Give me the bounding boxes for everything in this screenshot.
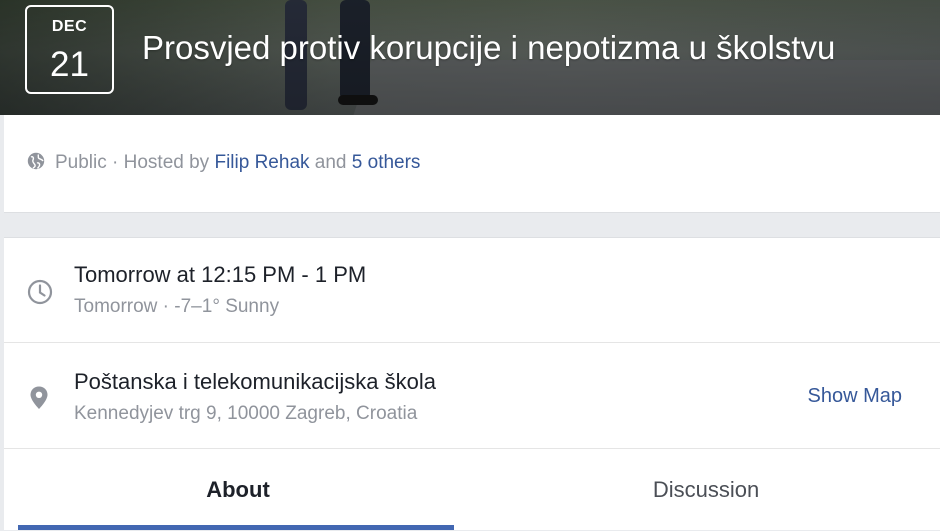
- event-location-row[interactable]: Poštanska i telekomunikacijska škola Ken…: [4, 343, 940, 449]
- tab-about-label: About: [206, 477, 270, 502]
- event-weather: Tomorrow · -7–1° Sunny: [74, 296, 280, 317]
- event-date-badge: DEC 21: [25, 5, 114, 94]
- event-time: Tomorrow at 12:15 PM - 1 PM: [74, 262, 367, 287]
- event-day: 21: [50, 45, 89, 84]
- event-title: Prosvjed protiv korupcije i nepotizma u …: [142, 29, 836, 66]
- host-card: Public · Hosted by Filip Rehak and 5 oth…: [4, 115, 940, 213]
- location-pin-icon: [27, 385, 51, 416]
- event-details-card: Tomorrow at 12:15 PM - 1 PM Tomorrow · -…: [4, 237, 940, 530]
- privacy-label: Public: [55, 152, 107, 173]
- other-hosts-link[interactable]: 5 others: [352, 152, 421, 173]
- host-line: Public · Hosted by Filip Rehak and 5 oth…: [27, 152, 420, 176]
- active-tab-indicator: [18, 525, 454, 530]
- location-name: Poštanska i telekomunikacijska škola: [74, 369, 436, 394]
- tab-about[interactable]: About: [4, 449, 472, 530]
- host-connector: and: [314, 152, 347, 173]
- globe-icon: [27, 152, 45, 176]
- location-address: Kennedyjev trg 9, 10000 Zagreb, Croatia: [74, 403, 418, 424]
- clock-icon: [27, 279, 53, 310]
- hosted-by-label: · Hosted by: [112, 152, 210, 173]
- tab-discussion-label: Discussion: [652, 477, 760, 502]
- event-cover-photo: DEC 21 Prosvjed protiv korupcije i nepot…: [0, 0, 940, 115]
- tab-discussion[interactable]: Discussion: [472, 449, 940, 530]
- event-month: DEC: [51, 18, 88, 35]
- event-time-row: Tomorrow at 12:15 PM - 1 PM Tomorrow · -…: [4, 238, 940, 343]
- show-map-link[interactable]: Show Map: [808, 385, 903, 408]
- host-name-link[interactable]: Filip Rehak: [214, 152, 309, 173]
- event-tabs: About Discussion: [4, 449, 940, 530]
